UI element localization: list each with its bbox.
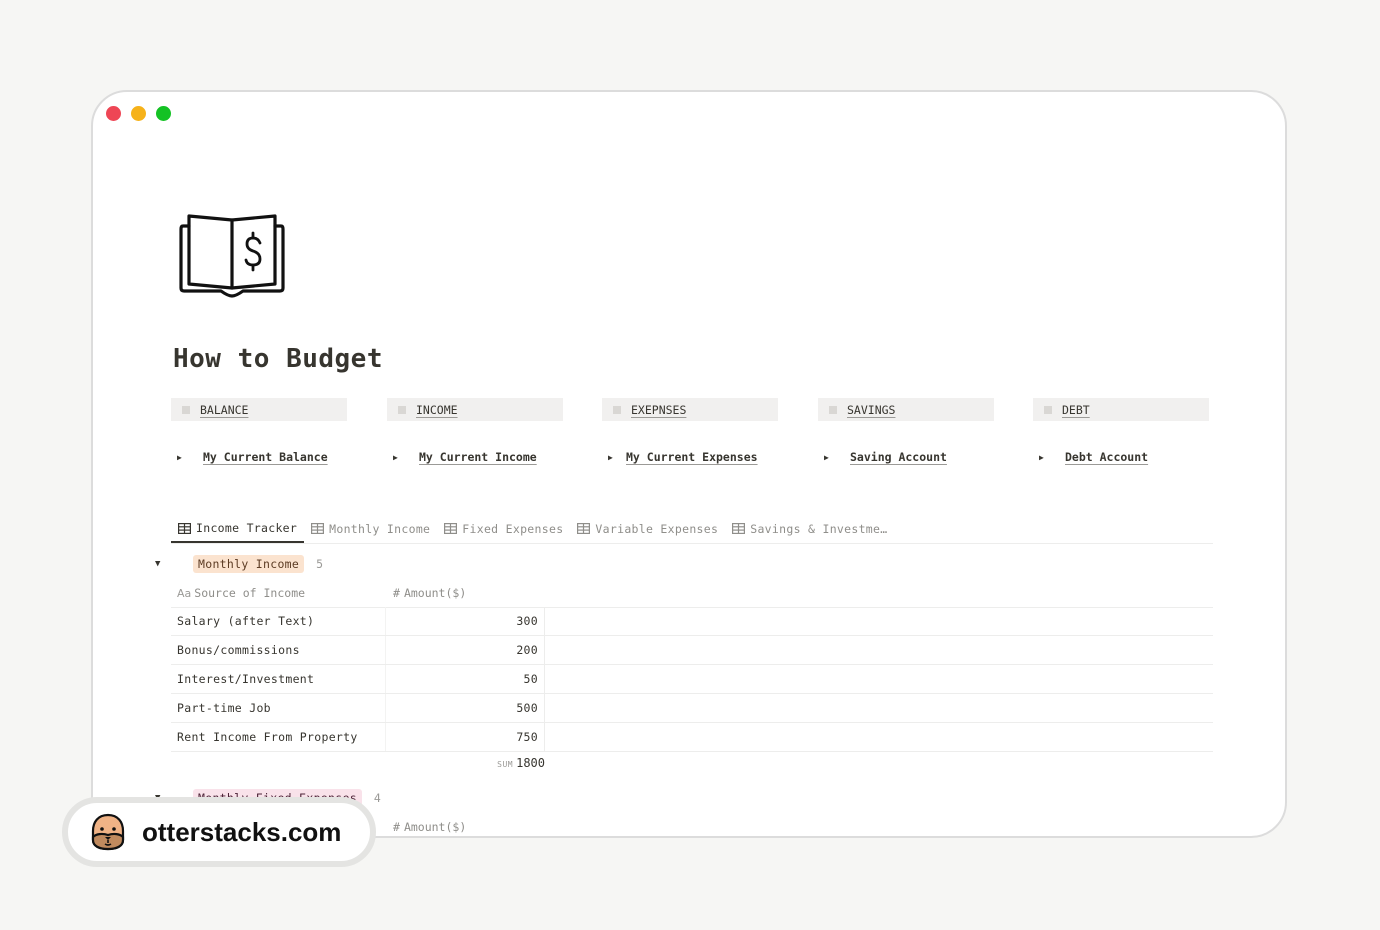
close-window-button[interactable] — [106, 106, 121, 121]
number-property-icon: # — [393, 820, 400, 834]
table-icon — [732, 523, 746, 534]
callout-label[interactable]: DEBT — [1062, 403, 1090, 417]
callout-square-icon — [1044, 405, 1052, 414]
tab-label: Monthly Income — [329, 521, 431, 536]
toggle-triangle-icon[interactable]: ▶ — [820, 453, 850, 462]
toggle-saving-account[interactable]: ▶ Saving Account — [820, 450, 947, 464]
group-header-monthly-income[interactable]: ▼ Monthly Income 5 — [155, 555, 323, 573]
callout-savings[interactable]: SAVINGS — [818, 398, 994, 421]
toggle-triangle-icon[interactable]: ▶ — [604, 453, 626, 462]
toggle-label[interactable]: My Current Expenses — [626, 450, 758, 464]
toggle-list: ▶ My Current Balance ▶ My Current Income… — [173, 450, 1215, 470]
callout-square-icon — [398, 405, 406, 414]
column-label: Source of Income — [194, 586, 306, 600]
callout-expenses[interactable]: EXEPNSES — [602, 398, 778, 421]
sum-label: SUM — [497, 760, 514, 769]
group-tag: Monthly Income — [193, 555, 305, 573]
group-count: 5 — [316, 557, 324, 571]
source-cell[interactable]: Part-time Job — [177, 701, 271, 715]
tab-label: Variable Expenses — [595, 521, 719, 536]
site-url: otterstacks.com — [142, 816, 342, 847]
toggle-triangle-icon[interactable]: ▶ — [389, 453, 419, 462]
table-row[interactable]: Interest/Investment 50 — [171, 665, 1213, 694]
tab-label: Savings & Investme… — [750, 521, 888, 536]
sum-value: 1800 — [516, 756, 545, 770]
minimize-window-button[interactable] — [131, 106, 146, 121]
tab-income-tracker[interactable]: Income Tracker — [171, 515, 305, 543]
tab-label: Income Tracker — [196, 521, 298, 535]
column-label: Amount($) — [403, 820, 467, 834]
source-cell[interactable]: Interest/Investment — [177, 672, 314, 686]
table-icon — [444, 523, 458, 534]
callout-square-icon — [613, 405, 621, 414]
otter-face-icon — [91, 813, 125, 851]
source-cell[interactable]: Rent Income From Property — [177, 730, 358, 744]
category-callouts: BALANCE INCOME EXEPNSES SAVINGS DEBT — [171, 398, 1213, 422]
column-amount[interactable]: # Amount($) — [393, 586, 466, 600]
source-cell[interactable]: Salary (after Text) — [177, 614, 314, 628]
group-count: 4 — [373, 791, 381, 805]
callout-debt[interactable]: DEBT — [1033, 398, 1209, 421]
callout-label[interactable]: BALANCE — [200, 403, 248, 417]
page-title: How to Budget — [173, 344, 383, 374]
toggle-triangle-icon[interactable]: ▶ — [173, 453, 203, 462]
source-cell[interactable]: Bonus/commissions — [177, 643, 300, 657]
table-row[interactable]: Bonus/commissions 200 — [171, 636, 1213, 665]
table-column-header: Aa Source of Income # Amount($) — [171, 579, 1213, 608]
callout-square-icon — [829, 405, 837, 414]
column-amount[interactable]: # Amount($) — [393, 820, 466, 834]
number-property-icon: # — [393, 586, 400, 600]
window-controls — [106, 106, 171, 121]
toggle-current-balance[interactable]: ▶ My Current Balance — [173, 450, 328, 464]
app-window: How to Budget BALANCE INCOME EXEPNSES SA… — [91, 90, 1287, 838]
tab-fixed-expenses[interactable]: Fixed Expenses — [437, 515, 570, 542]
table-icon — [178, 522, 191, 534]
database-view-tabs: Income Tracker Monthly Income Fixed Expe… — [171, 515, 1213, 544]
site-badge: otterstacks.com — [62, 797, 376, 867]
toggle-label[interactable]: Saving Account — [850, 450, 947, 464]
callout-income[interactable]: INCOME — [387, 398, 563, 421]
table-row[interactable]: Part-time Job 500 — [171, 694, 1213, 723]
maximize-window-button[interactable] — [156, 106, 171, 121]
column-source-of-income[interactable]: Aa Source of Income — [177, 586, 305, 600]
toggle-label[interactable]: Debt Account — [1065, 450, 1148, 464]
book-dollar-icon[interactable] — [179, 212, 285, 298]
callout-label[interactable]: INCOME — [416, 403, 458, 417]
toggle-label[interactable]: My Current Balance — [203, 450, 328, 464]
amount-sum[interactable]: SUM 1800 — [171, 756, 545, 770]
amount-cell[interactable]: 300 — [385, 607, 545, 635]
table-icon — [577, 523, 591, 534]
callout-balance[interactable]: BALANCE — [171, 398, 347, 421]
income-table-body: Salary (after Text) 300 Bonus/commission… — [171, 607, 1213, 752]
toggle-debt-account[interactable]: ▶ Debt Account — [1035, 450, 1148, 464]
amount-cell[interactable]: 750 — [385, 723, 545, 751]
table-row[interactable]: Rent Income From Property 750 — [171, 723, 1213, 752]
toggle-current-income[interactable]: ▶ My Current Income — [389, 450, 537, 464]
tab-savings-investments[interactable]: Savings & Investme… — [725, 515, 894, 542]
tab-label: Fixed Expenses — [462, 521, 564, 536]
callout-square-icon — [182, 405, 190, 414]
amount-cell[interactable]: 50 — [385, 665, 545, 693]
toggle-label[interactable]: My Current Income — [419, 450, 537, 464]
tab-variable-expenses[interactable]: Variable Expenses — [570, 515, 725, 542]
table-icon — [311, 523, 325, 534]
callout-label[interactable]: EXEPNSES — [631, 403, 686, 417]
table-row[interactable]: Salary (after Text) 300 — [171, 607, 1213, 636]
toggle-triangle-icon[interactable]: ▶ — [1035, 453, 1065, 462]
column-label: Amount($) — [403, 586, 467, 600]
tab-monthly-income[interactable]: Monthly Income — [304, 515, 437, 542]
amount-cell[interactable]: 500 — [385, 694, 545, 722]
collapse-triangle-icon[interactable]: ▼ — [155, 559, 193, 569]
amount-cell[interactable]: 200 — [385, 636, 545, 664]
toggle-current-expenses[interactable]: ▶ My Current Expenses — [604, 450, 758, 464]
text-property-icon: Aa — [177, 587, 192, 600]
callout-label[interactable]: SAVINGS — [847, 403, 895, 417]
